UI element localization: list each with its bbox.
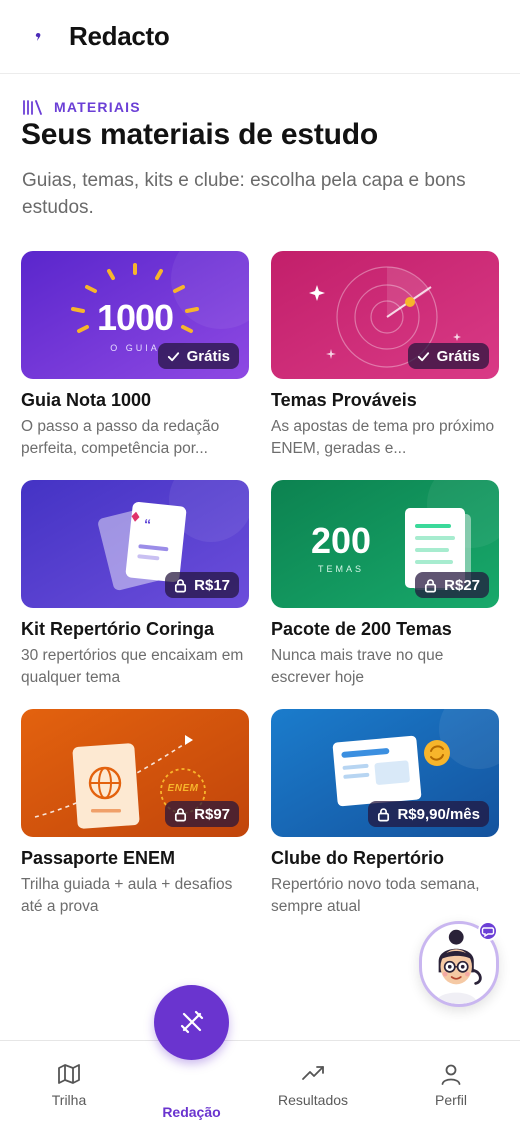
bottom-navigation: Trilha Resultados Perfil [0,1040,520,1126]
library-icon [23,100,42,115]
card-title: Pacote de 200 Temas [271,619,452,639]
check-icon [167,351,179,361]
price-badge: Grátis [407,343,489,369]
card-description: 30 repertórios que encaixam em qualquer … [21,647,244,686]
page-subtitle: Guias, temas, kits e clube: escolha pela… [22,170,466,218]
cover-subtext: TEMAS [317,564,364,574]
price-badge: Grátis [157,343,239,369]
card-cover: “ R$17 [21,480,249,608]
trending-up-icon [302,1066,324,1080]
card-description: Trilha guiada + aula + desafios até a pr… [21,876,233,915]
card-description: As apostas de tema pro próximo ENEM, ger… [271,418,495,457]
material-card-clube-do-repertorio[interactable]: R$9,90/mês Clube do Repertório Repertóri… [271,709,499,915]
card-title: Temas Prováveis [271,390,417,410]
card-description: O passo a passo da redação perfeita, com… [21,418,220,457]
material-card-temas-provaveis[interactable]: Grátis Temas Prováveis As apostas de tem… [271,251,499,457]
nav-item-redacao[interactable] [154,985,229,1060]
user-icon [441,1064,461,1085]
nav-item-resultados[interactable]: Resultados [258,1041,368,1126]
badge-label: Grátis [436,347,480,365]
app-title: Redacto [69,21,170,51]
material-card-kit-repertorio-coringa[interactable]: “ R$17 Kit Repertório Coringa 30 repertó… [21,480,249,686]
material-card-guia-nota-1000[interactable]: 1000 O GUIA Grátis Guia Nota 1000 O pass… [21,251,249,457]
eyebrow-label: MATERIAIS [54,99,141,115]
card-description: Nunca mais trave no que escrever hoje [271,647,444,686]
card-cover: 200 TEMAS R$27 [271,480,499,608]
nav-label: Trilha [51,1092,87,1108]
badge-label: R$17 [194,576,230,594]
price-badge: R$17 [165,572,239,598]
page-title: Seus materiais de estudo [21,118,379,151]
lock-icon [175,578,187,592]
price-badge: R$9,90/mês [368,801,489,827]
cover-subtext: ENEM [167,783,199,794]
cover-number: 1000 [96,297,174,338]
lock-icon [425,578,437,592]
nav-item-perfil[interactable]: Perfil [396,1041,506,1126]
cover-number: 200 [310,520,372,561]
nav-label: Perfil [435,1092,467,1108]
section-eyebrow: MATERIAIS [22,97,141,117]
badge-label: Grátis [186,347,230,365]
pen-icon [180,1010,204,1034]
price-badge: R$27 [415,572,489,598]
badge-label: R$97 [194,805,230,823]
card-title: Guia Nota 1000 [21,390,152,410]
card-title: Clube do Repertório [271,848,445,868]
card-cover: R$9,90/mês [271,709,499,837]
card-cover: ENEM R$97 [21,709,249,837]
lock-icon [378,807,390,821]
nav-item-trilha[interactable]: Trilha [14,1041,124,1126]
top-app-bar: Redacto [0,0,520,74]
card-cover: 1000 O GUIA Grátis [21,251,249,379]
badge-label: R$27 [444,576,480,594]
card-description: Repertório novo toda semana, sempre atua… [271,876,480,915]
assistant-avatar-button[interactable] [419,921,499,1007]
chat-bubble-icon [478,921,498,941]
card-cover: Grátis [271,251,499,379]
card-title: Passaporte ENEM [21,848,176,868]
material-card-passaporte-enem[interactable]: ENEM R$97 Passaporte ENEM Trilha guiada … [21,709,249,915]
material-card-pacote-200-temas[interactable]: 200 TEMAS R$27 Pacote de 200 Temas Nunca… [271,480,499,686]
nav-label-redacao[interactable]: Redação [140,1104,243,1120]
price-badge: R$97 [165,801,239,827]
card-title: Kit Repertório Coringa [21,619,215,639]
logo-icon [35,33,41,41]
check-icon [417,351,429,361]
map-icon [58,1064,80,1084]
lock-icon [175,807,187,821]
nav-label: Resultados [277,1092,349,1108]
badge-label: R$9,90/mês [397,805,480,823]
